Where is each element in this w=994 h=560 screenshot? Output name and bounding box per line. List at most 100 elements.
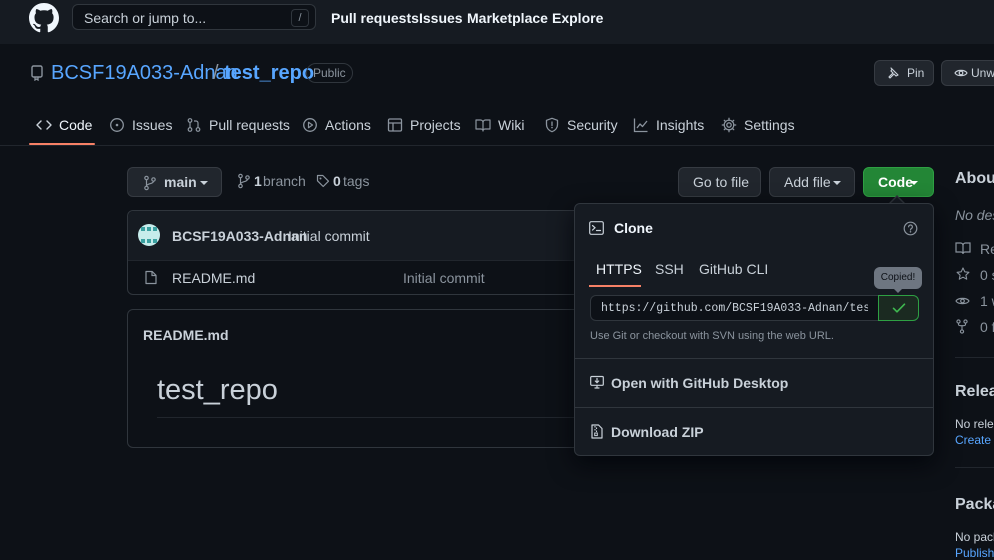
branch-count-label: branch	[263, 173, 306, 189]
clone-tab-https[interactable]: HTTPS	[596, 261, 642, 277]
code-button-label: Code	[878, 174, 913, 190]
branch-icon	[143, 175, 157, 191]
clone-tab-indicator	[589, 285, 641, 287]
repo-name-link[interactable]: test_repo	[224, 62, 314, 85]
shield-icon	[544, 117, 560, 133]
clone-url-field[interactable]	[590, 295, 879, 321]
nav-issues[interactable]: Issues	[419, 10, 463, 26]
download-zip-item[interactable]: Download ZIP	[575, 408, 933, 455]
download-zip-label: Download ZIP	[611, 424, 704, 440]
play-icon	[302, 117, 318, 133]
global-header: Search or jump to... / Pull requests Iss…	[0, 0, 994, 44]
search-shortcut-key: /	[291, 9, 309, 27]
tab-settings-label: Settings	[744, 117, 795, 133]
chevron-down-icon	[200, 181, 208, 185]
clone-tab-ssh[interactable]: SSH	[655, 261, 684, 277]
add-file-label: Add file	[784, 174, 831, 190]
sidebar-divider	[955, 467, 994, 468]
packages-heading[interactable]: Packa	[955, 496, 994, 514]
nav-marketplace[interactable]: Marketplace	[467, 10, 548, 26]
issue-icon	[109, 117, 125, 133]
eye-icon	[955, 295, 970, 307]
star-icon	[956, 267, 970, 281]
open-desktop-item[interactable]: Open with GitHub Desktop	[575, 359, 933, 407]
desktop-download-icon	[590, 375, 604, 389]
pin-label: Pin	[907, 66, 925, 80]
pull-request-icon	[186, 117, 202, 133]
tab-insights-label: Insights	[656, 117, 705, 133]
tab-pull-requests-label: Pull requests	[209, 117, 290, 133]
copy-url-button[interactable]	[878, 295, 919, 321]
chevron-down-icon	[833, 181, 841, 185]
file-name-link[interactable]: README.md	[172, 270, 255, 286]
watch-button[interactable]: Unwatch	[941, 60, 994, 86]
chevron-down-icon	[910, 181, 918, 185]
gear-icon	[721, 117, 737, 133]
branch-count-icon	[237, 173, 251, 189]
clone-hint: Use Git or checkout with SVN using the w…	[590, 330, 834, 342]
repo-icon	[30, 65, 44, 81]
add-file-button[interactable]: Add file	[769, 167, 855, 197]
releases-heading[interactable]: Releas	[955, 383, 994, 401]
commit-message-link[interactable]: Initial commit	[288, 228, 370, 244]
clone-dropdown: Clone HTTPS SSH GitHub CLI Copied! Use G…	[574, 203, 934, 456]
tag-count-label: tags	[343, 173, 370, 189]
readme-panel: README.md test_repo	[127, 309, 597, 448]
about-description: No des	[955, 207, 994, 223]
tab-projects-label: Projects	[410, 117, 461, 133]
search-input[interactable]: Search or jump to... /	[72, 4, 316, 30]
check-icon	[892, 302, 906, 314]
nav-pull-requests[interactable]: Pull requests	[331, 10, 419, 26]
avatar[interactable]	[138, 224, 160, 246]
github-logo-icon[interactable]	[29, 3, 59, 33]
packages-empty-text: No pack	[955, 530, 994, 544]
tab-issues-label: Issues	[132, 117, 173, 133]
branch-name: main	[164, 174, 197, 190]
file-zip-icon	[591, 424, 603, 439]
tab-wiki-label: Wiki	[498, 117, 525, 133]
create-release-link[interactable]: Create a	[955, 433, 994, 447]
tab-security-label: Security	[567, 117, 618, 133]
code-button[interactable]: Code	[863, 167, 934, 197]
releases-empty-text: No relea	[955, 417, 994, 431]
fork-icon	[956, 319, 968, 334]
book-icon	[475, 117, 491, 133]
eye-icon	[954, 67, 968, 79]
readme-link[interactable]: Re	[980, 241, 994, 257]
forks-count[interactable]: 0 f	[980, 319, 994, 335]
stars-count[interactable]: 0 s	[980, 267, 994, 283]
file-commit-link[interactable]: Initial commit	[403, 270, 485, 286]
open-desktop-label: Open with GitHub Desktop	[611, 375, 789, 391]
tag-count: 0	[333, 173, 341, 189]
readme-filename: README.md	[143, 327, 229, 343]
visibility-badge: Public	[306, 63, 353, 83]
tab-code-label: Code	[59, 117, 93, 133]
table-row: README.md Initial commit	[128, 261, 596, 295]
branch-select-button[interactable]: main	[127, 167, 222, 197]
watch-label: Unwatch	[971, 66, 994, 80]
watchers-count[interactable]: 1 w	[980, 293, 994, 309]
clone-tab-github-cli[interactable]: GitHub CLI	[699, 261, 768, 277]
nav-explore[interactable]: Explore	[552, 10, 603, 26]
latest-commit-bar: BCSF19A033-Adnan Initial commit	[128, 211, 596, 260]
code-icon	[36, 117, 52, 133]
copied-tooltip: Copied!	[874, 267, 922, 293]
clone-url-input[interactable]	[591, 296, 878, 320]
tabs-divider	[0, 145, 994, 146]
go-to-file-label: Go to file	[693, 174, 750, 190]
file-list: BCSF19A033-Adnan Initial commit README.m…	[127, 210, 597, 295]
tab-actions-label: Actions	[325, 117, 371, 133]
repo-path-separator: /	[213, 62, 219, 84]
readme-heading-rule	[157, 417, 597, 418]
file-icon	[145, 270, 157, 285]
go-to-file-button[interactable]: Go to file	[678, 167, 761, 197]
sidebar-divider	[955, 357, 994, 358]
book-icon	[955, 241, 971, 255]
question-icon[interactable]	[903, 221, 918, 236]
readme-heading: test_repo	[157, 374, 278, 406]
pin-button[interactable]: Pin	[874, 60, 934, 86]
clone-title: Clone	[614, 220, 653, 236]
repo-owner-link[interactable]: BCSF19A033-Adnan	[51, 62, 238, 85]
publish-package-link[interactable]: Publish	[955, 546, 994, 560]
table-icon	[387, 117, 403, 133]
